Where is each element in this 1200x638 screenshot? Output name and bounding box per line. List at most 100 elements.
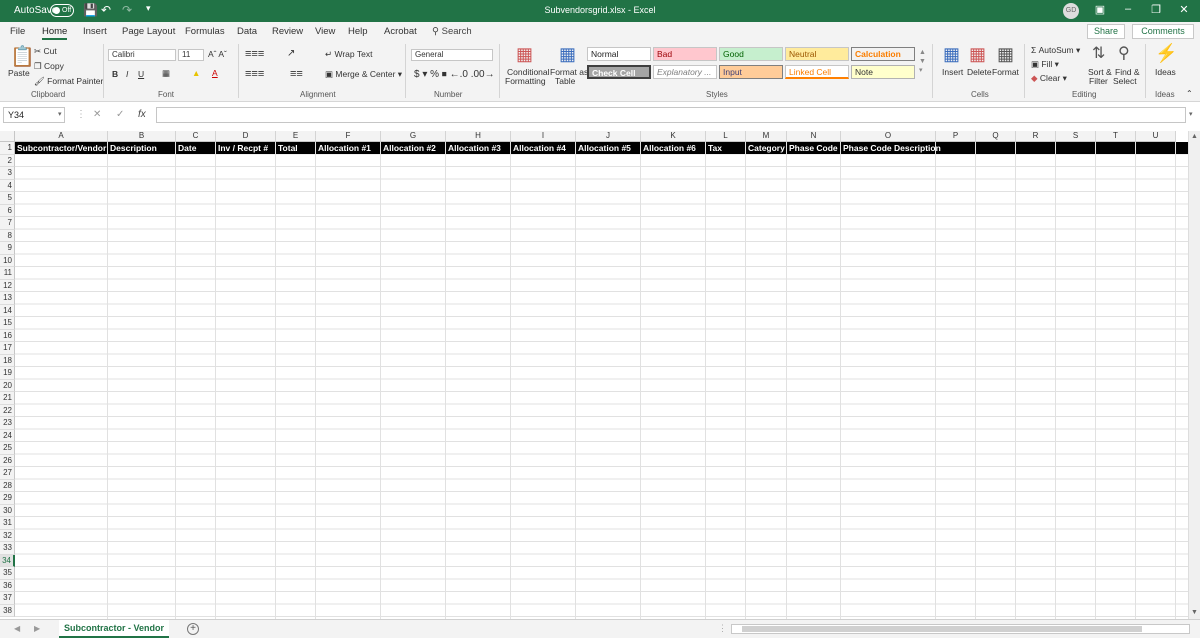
collapse-ribbon-icon[interactable]: ⌃ (1186, 89, 1193, 98)
scroll-down-icon[interactable]: ▼ (1191, 609, 1198, 616)
row-header-20[interactable]: 20 (0, 379, 15, 392)
name-box[interactable]: Y34 (3, 107, 65, 123)
row-header-7[interactable]: 7 (0, 217, 15, 230)
style-explanatory[interactable]: Explanatory ... (653, 65, 717, 79)
name-box-dropdown-icon[interactable]: ▾ (58, 110, 62, 118)
row-header-36[interactable]: 36 (0, 579, 15, 592)
paste-button[interactable]: Paste (8, 68, 30, 78)
number-format-icons[interactable]: $ ▾ % ⏹ ←.0 .00→ (414, 69, 495, 80)
orientation-icon[interactable]: ↗ (287, 48, 295, 59)
ideas-button[interactable]: Ideas (1155, 67, 1176, 77)
style-good[interactable]: Good (719, 47, 783, 61)
header-cell-f[interactable]: Allocation #1 (316, 143, 381, 154)
format-cells-icon[interactable]: ▦ (997, 44, 1014, 65)
column-header-d[interactable]: D (216, 131, 276, 142)
column-header-n[interactable]: N (787, 131, 841, 142)
header-cell-k[interactable]: Allocation #6 (641, 143, 706, 154)
fill-color-icon[interactable]: ▲ (192, 68, 200, 78)
header-cell-m[interactable]: Category (746, 143, 787, 154)
header-cell-b[interactable]: Description (108, 143, 176, 154)
conditional-formatting-icon[interactable]: ▦ (516, 44, 533, 65)
tab-acrobat[interactable]: Acrobat (384, 26, 417, 37)
font-color-icon[interactable]: A (212, 68, 218, 78)
horizontal-scrollbar[interactable] (731, 624, 1190, 634)
close-icon[interactable]: ✕ (1174, 3, 1194, 16)
font-name-select[interactable]: Calibri (108, 49, 176, 61)
scroll-up-icon[interactable]: ▲ (1191, 133, 1198, 140)
column-header-t[interactable]: T (1096, 131, 1136, 142)
style-note[interactable]: Note (851, 65, 915, 79)
restore-icon[interactable]: ❐ (1146, 3, 1166, 16)
minimize-icon[interactable]: – (1118, 3, 1138, 15)
row-header-19[interactable]: 19 (0, 367, 15, 380)
column-header-a[interactable]: A (15, 131, 108, 142)
cell-area[interactable] (15, 142, 1188, 619)
row-header-10[interactable]: 10 (0, 254, 15, 267)
underline-button[interactable]: U (138, 69, 144, 79)
row-header-33[interactable]: 33 (0, 542, 15, 555)
find-select-icon[interactable]: ⚲ (1118, 43, 1130, 63)
style-input[interactable]: Input (719, 65, 783, 79)
row-header-24[interactable]: 24 (0, 429, 15, 442)
style-linked-cell[interactable]: Linked Cell (785, 65, 849, 79)
next-sheet-icon[interactable]: ▶ (34, 624, 40, 633)
delete-cells-button[interactable]: Delete (967, 67, 992, 77)
spreadsheet-grid[interactable]: A Subcontractor/Vendor B Description C Date D I… (0, 131, 1188, 619)
tab-review[interactable]: Review (272, 26, 303, 37)
column-header-q[interactable]: Q (976, 131, 1016, 142)
column-header-g[interactable]: G (381, 131, 446, 142)
column-header-c[interactable]: C (176, 131, 216, 142)
column-header-o[interactable]: O (841, 131, 936, 142)
row-header-30[interactable]: 30 (0, 504, 15, 517)
header-cell-g[interactable]: Allocation #2 (381, 143, 446, 154)
column-header-b[interactable]: B (108, 131, 176, 142)
header-cell-n[interactable]: Phase Code (787, 143, 841, 154)
row-header-13[interactable]: 13 (0, 292, 15, 305)
column-header-e[interactable]: E (276, 131, 316, 142)
row-header-2[interactable]: 2 (0, 154, 15, 167)
tab-data[interactable]: Data (237, 26, 257, 37)
row-header-34[interactable]: 34 (0, 554, 15, 567)
column-header-k[interactable]: K (641, 131, 706, 142)
add-sheet-icon[interactable]: + (187, 623, 199, 635)
column-header-p[interactable]: P (936, 131, 976, 142)
tab-home[interactable]: Home (42, 26, 68, 40)
row-header-17[interactable]: 17 (0, 342, 15, 355)
header-cell-c[interactable]: Date (176, 143, 216, 154)
row-header-28[interactable]: 28 (0, 479, 15, 492)
row-header-31[interactable]: 31 (0, 517, 15, 530)
row-header-29[interactable]: 29 (0, 492, 15, 505)
format-table-label-2[interactable]: Table (555, 76, 575, 86)
header-cell-e[interactable]: Total (276, 143, 316, 154)
bold-button[interactable]: B (112, 69, 118, 79)
tab-help[interactable]: Help (348, 26, 368, 37)
clear-button[interactable]: ◆ Clear ▾ (1031, 73, 1067, 84)
conditional-formatting-label-2[interactable]: Formatting (505, 76, 546, 86)
format-table-icon[interactable]: ▦ (559, 44, 576, 65)
row-header-5[interactable]: 5 (0, 192, 15, 205)
italic-button[interactable]: I (126, 69, 128, 79)
delete-cells-icon[interactable]: ▦ (969, 44, 986, 65)
paste-icon[interactable]: 📋 (10, 44, 35, 69)
header-cell-i[interactable]: Allocation #4 (511, 143, 576, 154)
search-box[interactable]: ⚲ Search (432, 26, 472, 37)
row-header-15[interactable]: 15 (0, 317, 15, 330)
align-center-icon[interactable]: ≡≡≡ (245, 68, 264, 80)
row-header-18[interactable]: 18 (0, 354, 15, 367)
ribbon-display-icon[interactable]: ▣ (1090, 3, 1110, 16)
tab-view[interactable]: View (315, 26, 335, 37)
row-header-21[interactable]: 21 (0, 392, 15, 405)
style-neutral[interactable]: Neutral (785, 47, 849, 61)
number-format-select[interactable]: General (411, 49, 493, 61)
format-painter-button[interactable]: 🖌 Format Painter (34, 76, 103, 87)
row-header-27[interactable]: 27 (0, 467, 15, 480)
style-calculation[interactable]: Calculation (851, 47, 915, 61)
sheet-tab-subcontractor-vendor[interactable]: Subcontractor - Vendor (59, 620, 169, 638)
column-header-j[interactable]: J (576, 131, 641, 142)
row-header-35[interactable]: 35 (0, 567, 15, 580)
horizontal-scroll-thumb[interactable] (742, 626, 1142, 632)
format-cells-button[interactable]: Format (992, 67, 1019, 77)
row-header-1[interactable]: 1 (0, 142, 15, 155)
style-check-cell[interactable]: Check Cell (587, 65, 651, 79)
row-header-3[interactable]: 3 (0, 167, 15, 180)
